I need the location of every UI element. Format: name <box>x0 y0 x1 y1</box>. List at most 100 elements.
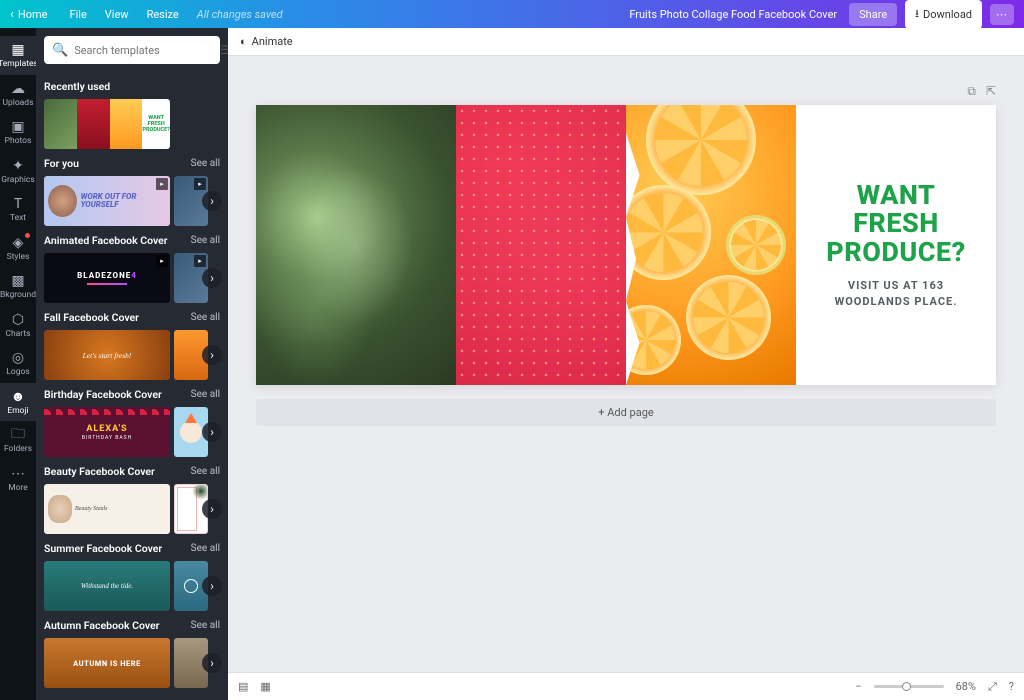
add-page-button[interactable]: + Add page <box>256 399 996 426</box>
duplicate-page-icon[interactable]: ⧉ <box>967 84 976 99</box>
rail-emoji[interactable]: ☻Emoji <box>0 383 36 422</box>
subheading-line2: WOODLANDS PLACE. <box>835 295 958 308</box>
photos-icon: ▣ <box>10 119 26 135</box>
document-title[interactable]: Fruits Photo Collage Food Facebook Cover <box>629 8 837 21</box>
background-icon: ▩ <box>10 273 26 289</box>
menu-resize[interactable]: Resize <box>147 8 179 21</box>
top-menu: File View Resize <box>70 8 179 21</box>
section-autumn: Autumn Facebook Cover <box>44 619 159 632</box>
export-page-icon[interactable]: ⇱ <box>986 84 996 99</box>
search-box[interactable]: 🔍 ☰ <box>44 36 220 64</box>
uploads-icon: ☁ <box>10 81 26 97</box>
scroll-right-birthday[interactable]: › <box>202 422 222 442</box>
see-all-animated[interactable]: See all <box>191 235 220 246</box>
scroll-right-beauty[interactable]: › <box>202 499 222 519</box>
animate-icon: ◐ <box>240 35 247 48</box>
template-foryou-1[interactable]: WORK OUT FOR YOURSELF ▸ <box>44 176 170 226</box>
see-all-birthday[interactable]: See all <box>191 389 220 400</box>
styles-icon: ◈ <box>10 235 26 251</box>
canvas-area: ◐ Animate ⧉ ⇱ WANT <box>228 28 1024 700</box>
scroll-right-autumn[interactable]: › <box>202 653 222 673</box>
rail-text[interactable]: TText <box>0 190 36 229</box>
image-cabbage[interactable] <box>256 105 456 385</box>
search-input[interactable] <box>74 44 214 57</box>
section-recently-used: Recently used <box>44 80 110 93</box>
menu-file[interactable]: File <box>70 8 87 21</box>
logos-icon: ◎ <box>10 350 26 366</box>
template-birthday-1[interactable]: ALEXA'S BIRTHDAY BASH <box>44 407 170 457</box>
video-badge-icon: ▸ <box>156 178 168 190</box>
rail-styles[interactable]: ◈Styles <box>0 229 36 268</box>
see-all-autumn[interactable]: See all <box>191 620 220 631</box>
text-icon: T <box>10 196 26 212</box>
image-strawberries[interactable] <box>456 105 626 385</box>
section-fall: Fall Facebook Cover <box>44 311 139 324</box>
more-icon: ⋯ <box>10 466 26 482</box>
notes-icon[interactable]: ▤ <box>238 680 248 693</box>
heading-line1: WANT <box>857 179 936 211</box>
rail-background[interactable]: ▩Bkground <box>0 267 36 306</box>
rail-charts[interactable]: ⬡Charts <box>0 306 36 345</box>
template-recent-1[interactable]: WANT FRESH PRODUCE? <box>44 99 170 149</box>
rail-templates[interactable]: ▦Templates <box>0 36 36 75</box>
more-button[interactable]: ⋯ <box>990 4 1014 25</box>
section-animated: Animated Facebook Cover <box>44 234 168 247</box>
side-rail: ▦Templates ☁Uploads ▣Photos ✦Graphics TT… <box>0 28 36 700</box>
search-icon: 🔍 <box>52 43 68 58</box>
folders-icon: 🗀 <box>10 427 26 443</box>
grid-icon[interactable]: ▦ <box>260 680 270 693</box>
section-birthday: Birthday Facebook Cover <box>44 388 162 401</box>
template-animated-1[interactable]: BLADEZONE4 ▸ <box>44 253 170 303</box>
rail-more[interactable]: ⋯More <box>0 460 36 499</box>
top-bar: ‹ Home File View Resize All changes save… <box>0 0 1024 28</box>
rail-folders[interactable]: 🗀Folders <box>0 421 36 460</box>
see-all-foryou[interactable]: See all <box>191 158 220 169</box>
animate-label: Animate <box>252 35 293 48</box>
chevron-left-icon: ‹ <box>10 7 14 22</box>
bottom-bar: ▤ ▦ − 68% ⤢ ? <box>228 672 1024 700</box>
rail-uploads[interactable]: ☁Uploads <box>0 75 36 114</box>
scroll-right-summer[interactable]: › <box>202 576 222 596</box>
animate-button[interactable]: ◐ Animate <box>240 35 293 48</box>
canvas-toolbar: ◐ Animate <box>228 28 1024 56</box>
video-badge-icon: ▸ <box>194 178 206 190</box>
scroll-right-animated[interactable]: › <box>202 268 222 288</box>
template-fall-1[interactable]: Let's start fresh! <box>44 330 170 380</box>
scroll-right-fall[interactable]: › <box>202 345 222 365</box>
rail-logos[interactable]: ◎Logos <box>0 344 36 383</box>
see-all-summer[interactable]: See all <box>191 543 220 554</box>
photo-collage[interactable] <box>256 105 796 385</box>
emoji-icon: ☻ <box>10 389 26 405</box>
home-button[interactable]: ‹ Home <box>10 7 48 22</box>
section-for-you: For you <box>44 157 79 170</box>
template-summer-1[interactable]: Withstand the tide. <box>44 561 170 611</box>
menu-view[interactable]: View <box>105 8 129 21</box>
rail-photos[interactable]: ▣Photos <box>0 113 36 152</box>
templates-panel: 🔍 ☰ Recently used WANT FRESH PRODUCE? Fo… <box>36 28 228 700</box>
template-beauty-1[interactable]: Beauty Steals <box>44 484 170 534</box>
charts-icon: ⬡ <box>10 312 26 328</box>
share-button[interactable]: Share <box>849 3 897 26</box>
design-page[interactable]: WANT FRESH PRODUCE? VISIT US AT 163 WOOD… <box>256 105 996 385</box>
graphics-icon: ✦ <box>10 158 26 174</box>
heading-line2: FRESH <box>853 207 939 239</box>
heading-line3: PRODUCE? <box>826 236 965 268</box>
section-beauty: Beauty Facebook Cover <box>44 465 155 478</box>
download-button[interactable]: ⭳ Download <box>905 0 982 29</box>
scroll-right-foryou[interactable]: › <box>202 191 222 211</box>
section-summer: Summer Facebook Cover <box>44 542 162 555</box>
zoom-slider[interactable] <box>874 685 944 688</box>
save-status: All changes saved <box>197 8 283 21</box>
template-autumn-1[interactable]: AUTUMN IS HERE <box>44 638 170 688</box>
fullscreen-icon[interactable]: ⤢ <box>988 680 997 694</box>
see-all-fall[interactable]: See all <box>191 312 220 323</box>
zoom-out-icon[interactable]: − <box>855 680 861 693</box>
image-oranges[interactable] <box>626 105 796 385</box>
rail-graphics[interactable]: ✦Graphics <box>0 152 36 191</box>
video-badge-icon: ▸ <box>194 255 206 267</box>
zoom-level[interactable]: 68% <box>956 680 976 693</box>
see-all-beauty[interactable]: See all <box>191 466 220 477</box>
help-icon[interactable]: ? <box>1009 680 1014 693</box>
design-text-block[interactable]: WANT FRESH PRODUCE? VISIT US AT 163 WOOD… <box>796 105 996 385</box>
video-badge-icon: ▸ <box>156 255 168 267</box>
